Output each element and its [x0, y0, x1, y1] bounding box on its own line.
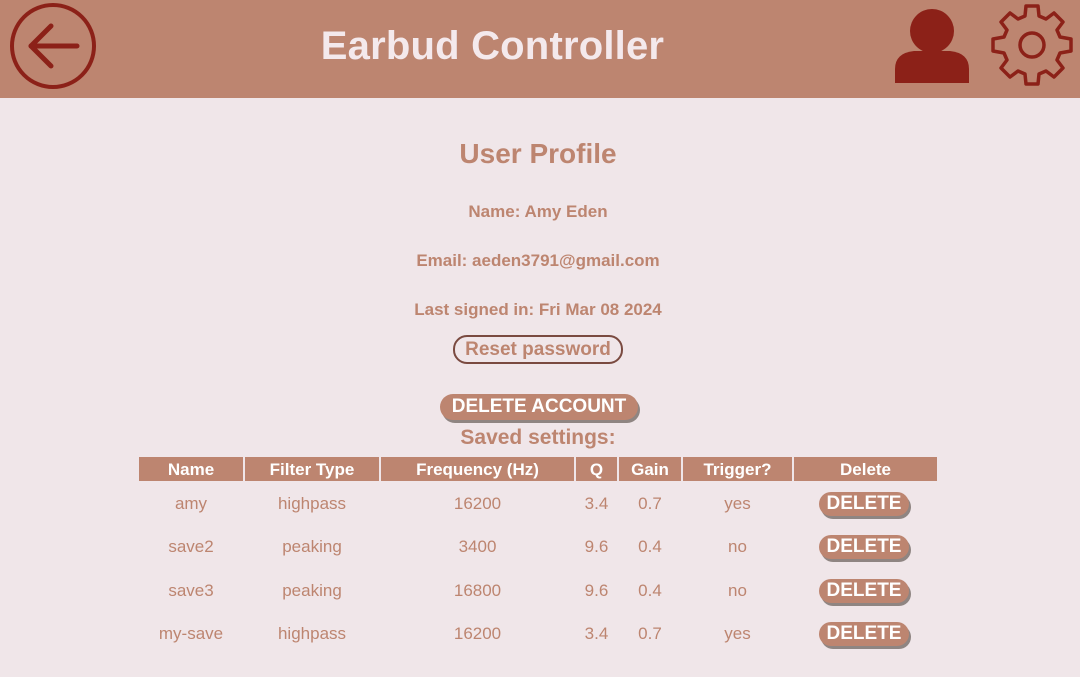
user-icon — [895, 9, 969, 83]
delete-setting-button[interactable]: DELETE — [819, 492, 909, 516]
profile-name: Name: Amy Eden — [468, 202, 608, 221]
table-header: Name Filter Type Frequency (Hz) Q Gain T… — [139, 457, 937, 482]
cell-trigger: no — [728, 537, 747, 556]
cell-q: 9.6 — [584, 581, 609, 600]
cell-filter-type: peaking — [282, 581, 342, 600]
cell-name: amy — [174, 494, 208, 513]
delete-setting-button[interactable]: DELETE — [819, 622, 909, 646]
cell-q: 9.6 — [584, 537, 609, 556]
column-header-frequency: Frequency (Hz) — [381, 457, 574, 481]
cell-filter-type: peaking — [282, 537, 342, 556]
profile-last-signed-in: Last signed in: Fri Mar 08 2024 — [414, 300, 662, 319]
column-header-q: Q — [576, 457, 617, 481]
app-title: Earbud Controller — [320, 24, 665, 68]
user-profile-button[interactable] — [892, 7, 972, 85]
cell-trigger: no — [728, 581, 747, 600]
cell-gain: 0.7 — [638, 494, 662, 513]
reset-password-button[interactable]: Reset password — [453, 335, 623, 364]
table-row: save3 peaking 16800 9.6 0.4 no DELETE — [139, 571, 937, 611]
table-row: save2 peaking 3400 9.6 0.4 no DELETE — [139, 527, 937, 567]
saved-settings-title: Saved settings: — [460, 426, 616, 449]
cell-gain: 0.7 — [638, 624, 662, 643]
delete-setting-button[interactable]: DELETE — [819, 579, 909, 603]
cell-q: 3.4 — [584, 494, 609, 513]
cell-frequency: 16200 — [453, 624, 502, 643]
column-header-delete: Delete — [794, 457, 937, 481]
profile-email: Email: aeden3791@gmail.com — [416, 251, 660, 270]
cell-trigger: yes — [724, 624, 751, 643]
cell-trigger: yes — [724, 494, 751, 513]
cell-filter-type: highpass — [277, 624, 347, 643]
column-header-trigger: Trigger? — [683, 457, 792, 481]
column-header-gain: Gain — [619, 457, 681, 481]
column-header-filter-type: Filter Type — [245, 457, 379, 481]
cell-name: my-save — [158, 624, 224, 643]
cell-name: save2 — [168, 537, 214, 556]
cell-gain: 0.4 — [638, 537, 662, 556]
cell-name: save3 — [168, 581, 214, 600]
app-header: Earbud Controller — [0, 0, 1080, 98]
column-header-name: Name — [139, 457, 243, 481]
saved-settings-table: Name Filter Type Frequency (Hz) Q Gain T… — [139, 457, 937, 646]
table-row: amy highpass 16200 3.4 0.7 yes DELETE — [139, 484, 937, 524]
gear-icon — [991, 4, 1073, 86]
cell-frequency: 3400 — [458, 537, 497, 556]
delete-account-button[interactable]: DELETE ACCOUNT — [440, 394, 638, 420]
cell-frequency: 16200 — [453, 494, 502, 513]
delete-setting-button[interactable]: DELETE — [819, 535, 909, 559]
cell-gain: 0.4 — [638, 581, 662, 600]
page-title: User Profile — [459, 138, 617, 169]
cell-filter-type: highpass — [277, 494, 347, 513]
cell-frequency: 16800 — [453, 581, 502, 600]
table-row: my-save highpass 16200 3.4 0.7 yes DELET… — [139, 614, 937, 654]
settings-button[interactable] — [990, 3, 1074, 87]
cell-q: 3.4 — [584, 624, 609, 643]
